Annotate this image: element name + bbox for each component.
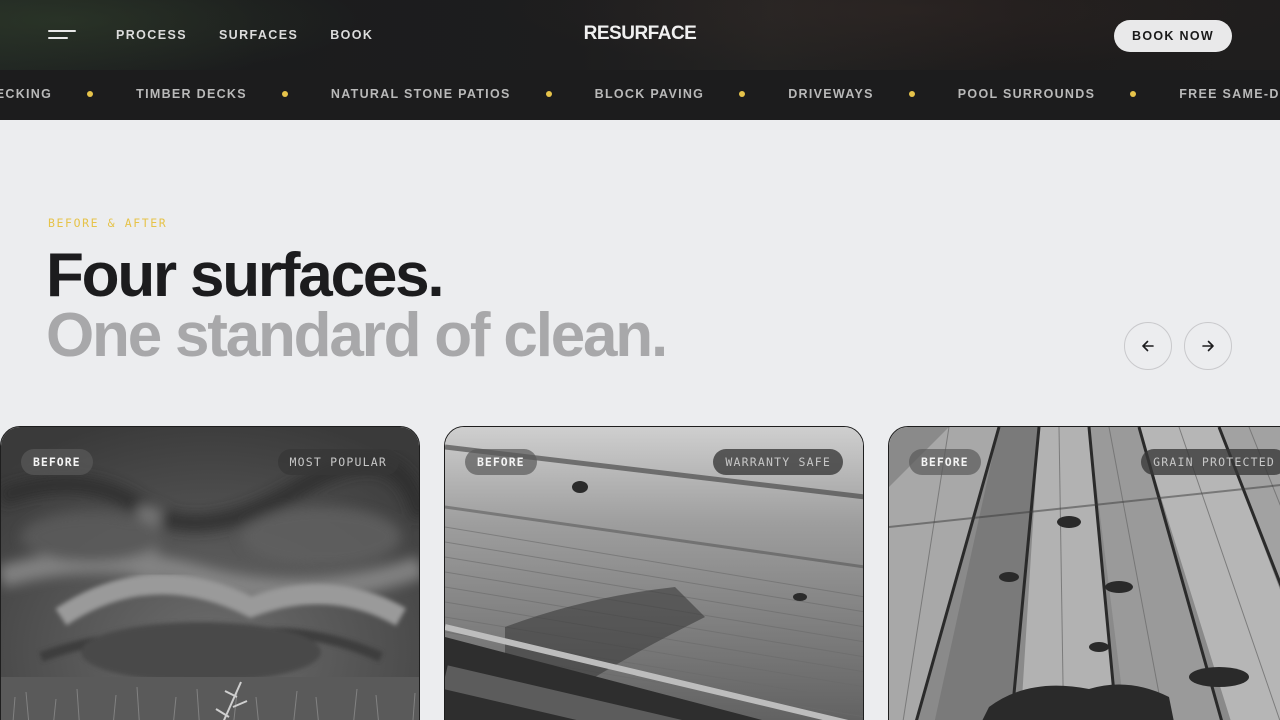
carousel-next-button[interactable]: [1184, 322, 1232, 370]
dot-separator: [1130, 91, 1137, 97]
card-tag-badge: GRAIN PROTECTED: [1141, 449, 1280, 475]
marquee-item: DRIVEWAYS: [788, 87, 874, 101]
surface-card-paving[interactable]: BEFORE MOST POPULAR: [0, 426, 420, 720]
nav-link-process[interactable]: PROCESS: [116, 28, 187, 42]
site-header: PROCESS SURFACES BOOK RESURFACE BOOK NOW: [0, 0, 1280, 70]
section-headline: Four surfaces. One standard of clean.: [46, 241, 668, 370]
arrow-right-icon: [1202, 340, 1214, 352]
surface-card-decking[interactable]: BEFORE WARRANTY SAFE: [444, 426, 864, 720]
dot-separator: [545, 91, 552, 97]
marquee-item: POOL SURROUNDS: [957, 87, 1096, 101]
card-tag-badge: WARRANTY SAFE: [713, 449, 843, 475]
dot-separator: [739, 91, 746, 97]
services-marquee: E DECKING TIMBER DECKS NATURAL STONE PAT…: [0, 70, 1280, 120]
nav-link-surfaces[interactable]: SURFACES: [219, 28, 298, 42]
dot-separator: [908, 91, 915, 97]
marquee-item: TIMBER DECKS: [136, 87, 247, 101]
carousel-prev-button[interactable]: [1124, 322, 1172, 370]
marquee-item: FREE SAME-DA: [1179, 87, 1280, 101]
main-nav: PROCESS SURFACES BOOK: [116, 28, 405, 42]
arrow-left-icon: [1142, 340, 1154, 352]
section-eyebrow: BEFORE & AFTER: [48, 216, 168, 230]
book-now-button[interactable]: BOOK NOW: [1114, 20, 1232, 52]
marquee-item: E DECKING: [0, 87, 53, 101]
marquee-track: E DECKING TIMBER DECKS NATURAL STONE PAT…: [0, 87, 1280, 101]
nav-link-book[interactable]: BOOK: [330, 28, 373, 42]
marquee-item: NATURAL STONE PATIOS: [330, 87, 511, 101]
headline-line-2: One standard of clean.: [46, 301, 668, 370]
headline-line-1: Four surfaces.: [46, 241, 445, 310]
marquee-item: BLOCK PAVING: [594, 87, 705, 101]
before-badge: BEFORE: [909, 449, 981, 475]
card-tag-badge: MOST POPULAR: [277, 449, 399, 475]
dot-separator: [281, 91, 288, 97]
hamburger-icon[interactable]: [48, 28, 76, 44]
dot-separator: [87, 91, 94, 97]
before-badge: BEFORE: [21, 449, 93, 475]
before-badge: BEFORE: [465, 449, 537, 475]
surface-card-timber[interactable]: BEFORE GRAIN PROTECTED: [888, 426, 1280, 720]
